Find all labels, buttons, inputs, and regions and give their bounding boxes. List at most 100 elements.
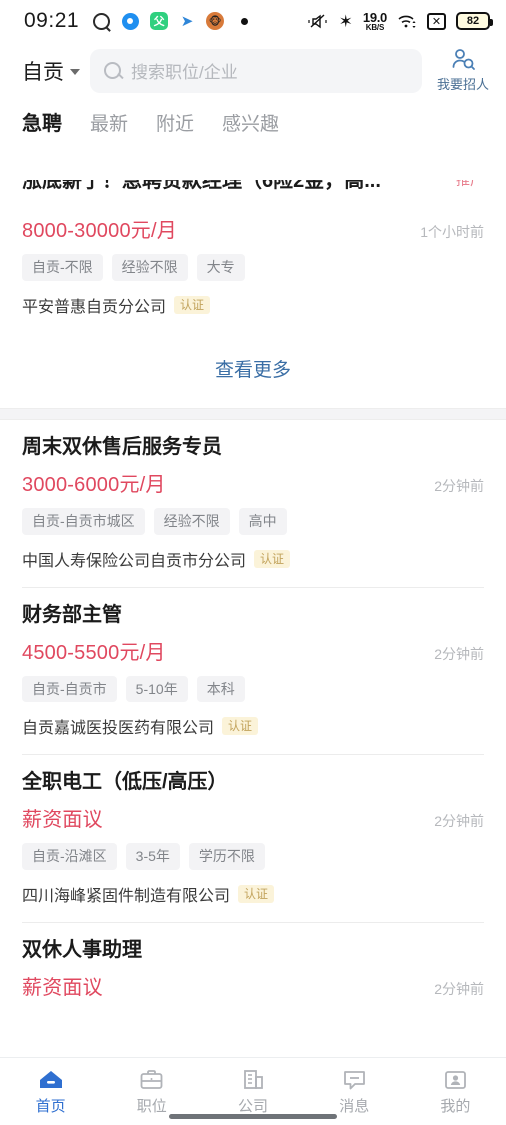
- bottom-navigation-bar: 首页 职位 公司 消息 我的: [0, 1057, 506, 1125]
- job-salary: 3000-6000元/月: [22, 473, 166, 496]
- person-search-icon: [450, 48, 476, 72]
- recruit-button[interactable]: 我要招人: [432, 48, 494, 93]
- chevron-down-icon: [70, 69, 80, 75]
- network-speed-indicator: 19.0 KB/S: [363, 11, 387, 32]
- app-header: 自贡 搜索职位/企业 我要招人: [0, 42, 506, 103]
- job-title: 周末双休售后服务专员: [22, 435, 222, 458]
- job-tag-row: 自贡-自贡市城区 经验不限 高中: [22, 507, 484, 535]
- wifi-icon: [397, 13, 417, 29]
- job-tag: 3-5年: [125, 843, 180, 871]
- job-company-row: 中国人寿保险公司自贡市分公司 认证: [22, 547, 484, 571]
- promoted-company-row: 平安普惠自贡分公司 认证: [22, 293, 484, 317]
- search-placeholder: 搜索职位/企业: [131, 63, 238, 82]
- nav-item-profile[interactable]: 我的: [405, 1067, 506, 1116]
- tab-latest[interactable]: 最新: [90, 109, 128, 138]
- job-salary: 薪资面议: [22, 809, 103, 832]
- view-more-label: 查看更多: [214, 359, 291, 381]
- job-title: 全职电工（低压/高压）: [22, 771, 228, 794]
- job-salary-row: 薪资面议 2分钟前: [22, 803, 484, 832]
- job-company-row: 四川海峰紧固件制造有限公司 认证: [22, 882, 484, 906]
- job-tag: 自贡-自贡市: [22, 675, 117, 703]
- company-name: 四川海峰紧固件制造有限公司: [22, 888, 231, 906]
- search-chat-icon: [91, 11, 111, 31]
- job-card[interactable]: 双休人事助理 薪资面议 2分钟前: [0, 923, 506, 1017]
- job-list-scroll-area[interactable]: 涨底薪了！急聘贷款经理（6险2金，高... 推广 8000-30000元/月 1…: [0, 176, 506, 1057]
- home-indicator: [169, 1114, 337, 1119]
- promoted-tag-row: 自贡-不限 经验不限 大专: [22, 254, 484, 281]
- job-tag: 经验不限: [111, 254, 188, 281]
- battery-level: 82: [466, 15, 480, 27]
- blue-circle-app-icon: [120, 11, 140, 31]
- job-tag: 经验不限: [153, 507, 230, 535]
- company-name: 自贡嘉诚医投医药有限公司: [22, 720, 215, 738]
- message-icon: [341, 1067, 367, 1091]
- job-tag: 自贡-不限: [22, 254, 103, 281]
- job-tag: 本科: [196, 675, 245, 703]
- job-time: 2分钟前: [434, 477, 484, 494]
- city-name: 自贡: [22, 60, 64, 84]
- promoted-time: 1个小时前: [420, 224, 484, 240]
- job-tag: 高中: [238, 507, 287, 535]
- tab-nearby[interactable]: 附近: [156, 109, 194, 138]
- mute-icon: [307, 12, 329, 30]
- status-bar: 09:21 父 ➤ 🐵 ✶ 19.0 KB/S ✕ 82: [0, 0, 506, 42]
- job-tag: 大专: [196, 254, 245, 281]
- monkey-app-icon: 🐵: [205, 11, 225, 31]
- nav-label-home: 首页: [35, 1098, 66, 1115]
- company-name: 中国人寿保险公司自贡市分公司: [22, 552, 247, 570]
- promoted-badge: 推广: [456, 180, 484, 188]
- recruit-label: 我要招人: [436, 77, 489, 92]
- nav-label-messages: 消息: [339, 1098, 370, 1115]
- promoted-job-title: 涨底薪了！急聘贷款经理（6险2金，高...: [22, 180, 381, 192]
- x-box-icon: ✕: [427, 12, 446, 30]
- job-salary-row: 3000-6000元/月 2分钟前: [22, 468, 484, 497]
- company-name: 平安普惠自贡分公司: [22, 298, 167, 316]
- promoted-job-title-row: 涨底薪了！急聘贷款经理（6险2金，高... 推广: [22, 180, 484, 206]
- job-tag: 学历不限: [188, 843, 265, 871]
- job-tag: 自贡-沿滩区: [22, 843, 117, 871]
- job-company-row: 自贡嘉诚医投医药有限公司 认证: [22, 714, 484, 738]
- job-card[interactable]: 财务部主管 4500-5500元/月 2分钟前 自贡-自贡市 5-10年 本科 …: [0, 587, 506, 755]
- certified-badge: 认证: [174, 295, 211, 314]
- home-icon: [38, 1067, 64, 1091]
- tab-interested[interactable]: 感兴趣: [222, 109, 279, 138]
- search-input[interactable]: 搜索职位/企业: [90, 48, 422, 93]
- bird-app-icon: ➤: [180, 12, 194, 30]
- nav-label-companies: 公司: [238, 1098, 269, 1115]
- status-bar-clock: 09:21: [24, 9, 80, 32]
- network-speed-unit: KB/S: [365, 22, 385, 32]
- battery-indicator: 82: [456, 12, 493, 30]
- job-tag-row: 自贡-自贡市 5-10年 本科: [22, 675, 484, 703]
- nav-label-jobs: 职位: [136, 1098, 167, 1115]
- status-bar-system-icons: ✶ 19.0 KB/S ✕ 82: [307, 11, 493, 32]
- promoted-salary-row: 8000-30000元/月 1个小时前: [22, 214, 484, 243]
- nav-item-companies[interactable]: 公司: [202, 1067, 303, 1116]
- job-time: 2分钟前: [434, 645, 484, 662]
- network-speed-value: 19.0: [362, 9, 387, 25]
- promoted-job-card[interactable]: 涨底薪了！急聘贷款经理（6险2金，高... 推广 8000-30000元/月 1…: [0, 176, 506, 333]
- nav-label-profile: 我的: [440, 1098, 471, 1115]
- bluetooth-icon: ✶: [338, 11, 353, 31]
- profile-icon: [442, 1067, 468, 1091]
- promoted-salary: 8000-30000元/月: [22, 220, 177, 242]
- job-tag: 自贡-自贡市城区: [22, 507, 145, 535]
- nav-item-jobs[interactable]: 职位: [101, 1067, 202, 1116]
- search-icon: [104, 62, 121, 79]
- certified-badge: 认证: [238, 885, 275, 904]
- view-more-button[interactable]: 查看更多: [0, 332, 506, 408]
- job-salary-row: 4500-5500元/月 2分钟前: [22, 636, 484, 665]
- job-time: 2分钟前: [434, 981, 484, 998]
- job-tag-row: 自贡-沿滩区 3-5年 学历不限: [22, 843, 484, 871]
- tab-urgent[interactable]: 急聘: [22, 107, 62, 138]
- certified-badge: 认证: [254, 549, 291, 568]
- city-selector[interactable]: 自贡: [22, 56, 80, 86]
- status-bar-notification-icons: 父 ➤ 🐵: [91, 11, 254, 31]
- nav-item-home[interactable]: 首页: [0, 1067, 101, 1116]
- certified-badge: 认证: [222, 717, 259, 736]
- job-salary-row: 薪资面议 2分钟前: [22, 971, 484, 1000]
- nav-item-messages[interactable]: 消息: [304, 1067, 405, 1116]
- job-salary: 4500-5500元/月: [22, 641, 166, 664]
- job-card[interactable]: 全职电工（低压/高压） 薪资面议 2分钟前 自贡-沿滩区 3-5年 学历不限 四…: [0, 755, 506, 923]
- job-card[interactable]: 周末双休售后服务专员 3000-6000元/月 2分钟前 自贡-自贡市城区 经验…: [0, 419, 506, 587]
- job-tag: 5-10年: [125, 675, 188, 703]
